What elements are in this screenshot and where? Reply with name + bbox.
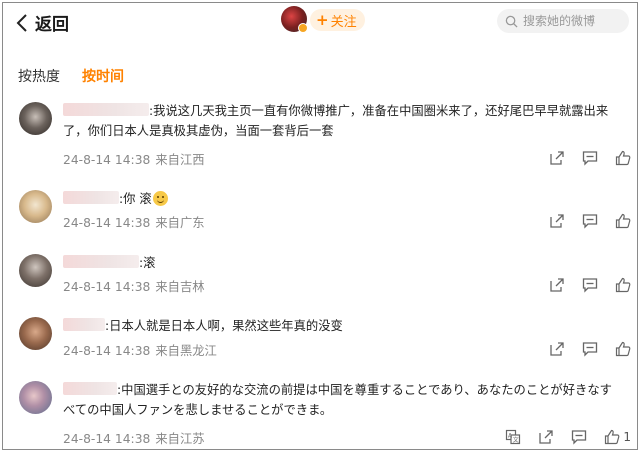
weibo-comment-page: 返回 + 关注 按热度 按时间 :我说这几天我主页一直有你微博推广，准备在中国圈… [2, 2, 638, 450]
comment-body: :你 滚 [119, 192, 152, 206]
comment-meta: 24-8-14 14:38 来自吉林 [63, 277, 205, 295]
comment-date: 24-8-14 14:38 [63, 216, 151, 230]
comment-icon[interactable] [582, 277, 598, 293]
search-box[interactable] [497, 9, 629, 33]
share-icon[interactable] [549, 341, 565, 357]
username-redacted[interactable] [63, 191, 119, 204]
comment-actions [549, 341, 631, 357]
comment-icon[interactable] [582, 213, 598, 229]
comment-actions [549, 277, 631, 293]
smile-emoji-icon [152, 191, 168, 206]
chevron-left-icon [16, 13, 27, 32]
comment-text: :你 滚 [63, 189, 623, 209]
commenter-avatar[interactable] [19, 317, 52, 350]
svg-text:文: 文 [513, 436, 519, 444]
like-icon[interactable] [615, 213, 631, 229]
share-icon[interactable] [538, 429, 554, 445]
follow-button[interactable]: + 关注 [310, 9, 365, 31]
commenter-avatar[interactable] [19, 381, 52, 414]
comment-location: 来自黑龙江 [155, 344, 217, 358]
comment-text: :日本人就是日本人啊，果然这些年真的没变 [63, 316, 623, 336]
comment-meta: 24-8-14 14:38 来自黑龙江 [63, 341, 217, 359]
like-button[interactable]: 1 [604, 429, 631, 445]
share-icon[interactable] [549, 213, 565, 229]
share-icon[interactable] [549, 277, 565, 293]
comment-actions: A文 1 [505, 429, 631, 445]
comment-body: :中国選手との友好的な交流の前提は中国を尊重することであり、あなたのことが好きな… [63, 383, 612, 417]
comment-body: :日本人就是日本人啊，果然这些年真的没变 [105, 319, 343, 333]
username-redacted[interactable] [63, 318, 105, 331]
comment-location: 来自广东 [155, 216, 205, 230]
translate-icon[interactable]: A文 [505, 429, 521, 445]
comment-actions [549, 213, 631, 229]
username-redacted[interactable] [63, 255, 139, 268]
like-icon [605, 429, 620, 445]
search-icon [505, 15, 518, 28]
comment-text: :滚 [63, 253, 623, 273]
like-icon[interactable] [615, 277, 631, 293]
comment-date: 24-8-14 14:38 [63, 344, 151, 358]
verified-badge-icon [298, 23, 308, 33]
comment-icon[interactable] [582, 150, 598, 166]
author-avatar[interactable] [281, 6, 308, 33]
commenter-avatar[interactable] [19, 254, 52, 287]
comment-date: 24-8-14 14:38 [63, 153, 151, 167]
like-icon[interactable] [615, 150, 631, 166]
share-icon[interactable] [549, 150, 565, 166]
search-input[interactable] [523, 14, 623, 28]
comment-meta: 24-8-14 14:38 来自江苏 [63, 429, 205, 447]
comment-body: :滚 [139, 256, 156, 270]
back-label: 返回 [35, 15, 69, 35]
commenter-avatar[interactable] [19, 190, 52, 223]
username-redacted[interactable] [63, 103, 149, 116]
comment-icon[interactable] [571, 429, 587, 445]
commenter-avatar[interactable] [19, 102, 52, 135]
comment-text: :中国選手との友好的な交流の前提は中国を尊重することであり、あなたのことが好きな… [63, 380, 623, 420]
tab-by-time[interactable]: 按时间 [82, 66, 124, 86]
like-icon[interactable] [615, 341, 631, 357]
comment-actions [549, 150, 631, 166]
tab-by-popularity[interactable]: 按热度 [18, 66, 60, 86]
back-button[interactable]: 返回 [15, 10, 69, 35]
comment-date: 24-8-14 14:38 [63, 432, 151, 446]
username-redacted[interactable] [63, 382, 117, 395]
comment-location: 来自吉林 [155, 280, 205, 294]
comment-date: 24-8-14 14:38 [63, 280, 151, 294]
like-count: 1 [623, 430, 631, 444]
comment-icon[interactable] [582, 341, 598, 357]
sort-tabs: 按热度 按时间 [18, 66, 124, 86]
comment-meta: 24-8-14 14:38 来自江西 [63, 150, 205, 168]
comment-location: 来自江苏 [155, 432, 205, 446]
comment-text: :我说这几天我主页一直有你微博推广，准备在中国圈米来了，还好尾巴早早就露出来了，… [63, 101, 623, 141]
follow-label: 关注 [330, 14, 357, 30]
plus-icon: + [316, 11, 329, 29]
comment-meta: 24-8-14 14:38 来自广东 [63, 213, 205, 231]
comment-location: 来自江西 [155, 153, 205, 167]
